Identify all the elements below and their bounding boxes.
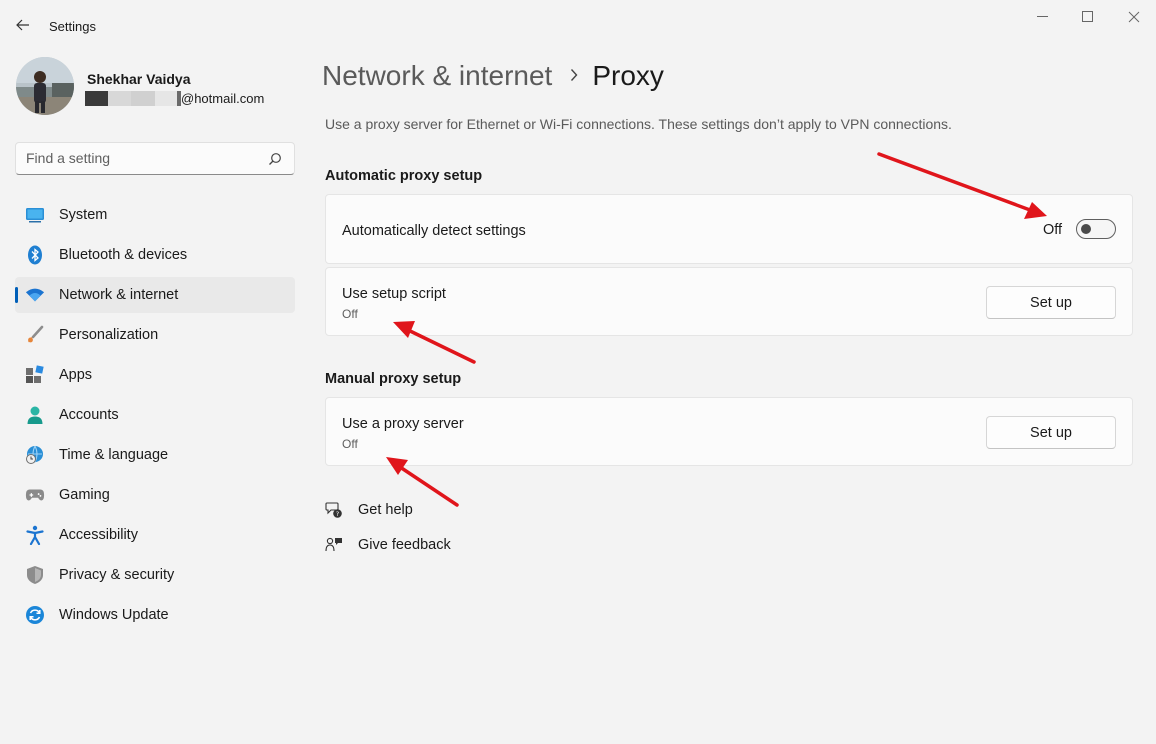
section-manual-proxy: Manual proxy setup	[325, 371, 462, 387]
get-help-label: Get help	[358, 502, 413, 518]
breadcrumb: Network & internet Proxy	[322, 60, 664, 92]
sidebar-item-network[interactable]: Network & internet	[15, 277, 295, 313]
setting-proxy-server: Use a proxy server Off Set up	[325, 397, 1133, 466]
maximize-button[interactable]	[1068, 6, 1108, 28]
user-name: Shekhar Vaidya	[87, 71, 191, 87]
section-automatic-proxy: Automatic proxy setup	[325, 168, 483, 184]
setting-label: Use a proxy server	[342, 416, 464, 432]
sidebar-item-personalization[interactable]: Personalization	[15, 317, 295, 353]
setting-label: Use setup script	[342, 286, 446, 302]
sidebar-item-label: Bluetooth & devices	[59, 247, 188, 263]
system-icon	[25, 205, 45, 225]
setting-setup-script: Use setup script Off Set up	[325, 267, 1133, 336]
give-feedback-link[interactable]: Give feedback	[324, 535, 451, 555]
setting-status: Off	[342, 437, 358, 451]
sidebar-item-system[interactable]: System	[15, 197, 295, 233]
email-redaction	[108, 91, 131, 106]
close-icon	[1128, 11, 1140, 23]
profile[interactable]: Shekhar Vaidya @hotmail.com	[16, 57, 296, 119]
accessibility-icon	[25, 525, 45, 545]
give-feedback-label: Give feedback	[358, 537, 451, 553]
sidebar-item-label: Network & internet	[59, 287, 179, 303]
setup-script-button[interactable]: Set up	[986, 286, 1116, 319]
sidebar-item-gaming[interactable]: Gaming	[15, 477, 295, 513]
minimize-icon	[1037, 16, 1048, 17]
update-icon	[25, 605, 45, 625]
brush-icon	[25, 325, 45, 345]
sidebar-item-label: Accounts	[59, 407, 119, 423]
sidebar-item-bluetooth[interactable]: Bluetooth & devices	[15, 237, 295, 273]
sidebar-item-label: Personalization	[59, 327, 159, 343]
email-redaction	[131, 91, 155, 106]
toggle-knob	[1081, 224, 1091, 234]
search-icon[interactable]	[268, 152, 282, 166]
wifi-icon	[25, 285, 45, 305]
setting-status: Off	[342, 307, 358, 321]
apps-icon	[25, 365, 45, 385]
help-icon: ?	[324, 500, 344, 520]
bluetooth-icon	[25, 245, 45, 265]
maximize-icon	[1082, 11, 1093, 22]
gamepad-icon	[25, 485, 45, 505]
sidebar-item-apps[interactable]: Apps	[15, 357, 295, 393]
email-suffix: @hotmail.com	[181, 91, 265, 106]
sidebar-item-windows-update[interactable]: Windows Update	[15, 597, 295, 633]
sidebar-item-accessibility[interactable]: Accessibility	[15, 517, 295, 553]
shield-icon	[25, 565, 45, 585]
accounts-icon	[25, 405, 45, 425]
email-redaction	[85, 91, 108, 106]
page-description: Use a proxy server for Ethernet or Wi-Fi…	[325, 116, 952, 132]
chevron-right-icon	[570, 65, 578, 88]
close-button[interactable]	[1114, 6, 1154, 28]
globe-clock-icon	[25, 445, 45, 465]
sidebar-item-label: Apps	[59, 367, 93, 383]
email-redaction	[155, 91, 177, 106]
sidebar-item-label: Windows Update	[59, 607, 169, 623]
proxy-server-setup-button[interactable]: Set up	[986, 416, 1116, 449]
sidebar-item-label: Time & language	[59, 447, 169, 463]
sidebar-item-time-language[interactable]: Time & language	[15, 437, 295, 473]
app-title: Settings	[49, 19, 96, 34]
back-button[interactable]	[10, 12, 36, 38]
sidebar-item-label: Privacy & security	[59, 567, 175, 583]
sidebar-item-label: Gaming	[59, 487, 110, 503]
sidebar-item-label: System	[59, 207, 108, 223]
search-box[interactable]	[15, 142, 295, 175]
breadcrumb-parent[interactable]: Network & internet	[322, 60, 552, 92]
title-bar: Settings	[0, 0, 1156, 48]
toggle-state-label: Off	[1043, 222, 1063, 238]
setting-label: Automatically detect settings	[342, 223, 526, 239]
sidebar-item-accounts[interactable]: Accounts	[15, 397, 295, 433]
search-input[interactable]	[26, 150, 256, 166]
feedback-icon	[324, 535, 344, 555]
avatar	[16, 57, 74, 115]
sidebar-nav: System Bluetooth & devices Network & int…	[15, 197, 295, 637]
auto-detect-toggle[interactable]	[1076, 219, 1116, 239]
page-title: Proxy	[592, 60, 664, 91]
back-arrow-icon	[16, 19, 29, 31]
setting-auto-detect: Automatically detect settings Off	[325, 194, 1133, 264]
svg-text:?: ?	[336, 510, 339, 518]
user-email: @hotmail.com	[85, 91, 264, 106]
sidebar-item-privacy-security[interactable]: Privacy & security	[15, 557, 295, 593]
get-help-link[interactable]: ? Get help	[324, 500, 413, 520]
minimize-button[interactable]	[1023, 6, 1063, 28]
sidebar-item-label: Accessibility	[59, 527, 138, 543]
